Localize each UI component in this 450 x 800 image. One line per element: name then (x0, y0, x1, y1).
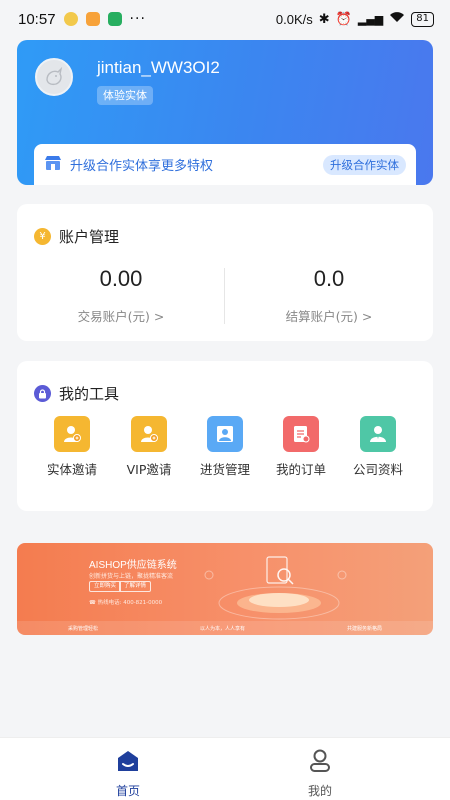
banner-title: AISHOP供应链系统 (89, 560, 177, 571)
nav-mine-label: 我的 (307, 784, 332, 798)
status-time: 10:57 (18, 10, 56, 28)
home-icon (118, 751, 138, 771)
tool-label: 实体邀请 (46, 462, 97, 477)
settlement-account-label: 结算账户(元) > (285, 309, 373, 324)
tool-label: 我的订单 (275, 462, 326, 477)
company-icon (360, 416, 396, 452)
vip-invite-icon (131, 416, 167, 452)
tool-label: 进货管理 (199, 462, 250, 477)
more-notifications-icon: ··· (129, 11, 146, 27)
tool-label: VIP邀请 (126, 462, 172, 477)
app-notification-icon (63, 12, 78, 26)
bluetooth-icon: ✱ (318, 11, 330, 27)
banner-detail-chip: 了解详情 (119, 581, 152, 592)
tools-header: 我的工具 (34, 383, 119, 404)
banner-buy-chip: 立即购买 (89, 581, 122, 592)
user-level-badge: 体验实体 (97, 86, 153, 105)
tools-title: 我的工具 (59, 385, 120, 403)
message-app-icon (85, 12, 100, 26)
wifi-icon (389, 11, 405, 27)
nav-home[interactable]: 首页 (98, 748, 158, 799)
tool-vip-invite[interactable]: VIP邀请 (109, 416, 189, 478)
upgrade-button[interactable]: 升级合作实体 (323, 154, 406, 175)
user-icon (310, 749, 330, 772)
account-header: ¥ 账户管理 (34, 226, 119, 247)
upgrade-text: 升级合作实体享更多特权 (70, 159, 214, 174)
nav-home-label: 首页 (115, 784, 140, 798)
tool-my-orders[interactable]: 我的订单 (261, 416, 341, 478)
banner-feature: 采购管理轻松 (67, 625, 98, 632)
avatar[interactable] (35, 58, 73, 96)
promo-banner[interactable]: AISHOP供应链系统 创新拼货与上链，聚拢精准客流 立即购买 了解详情 ☎ 热… (17, 543, 433, 635)
trade-account-label: 交易账户(元) > (77, 309, 165, 324)
net-speed: 0.0K/s (275, 11, 313, 27)
tools-card: 我的工具 实体邀请 VIP邀请 进货管理 我的订单 公司资料 (17, 361, 433, 511)
trade-account[interactable]: 0.00 交易账户(元) > (17, 266, 225, 325)
tool-purchase[interactable]: 进货管理 (185, 416, 265, 478)
banner-subtitle: 创新拼货与上链，聚拢精准客流 (89, 573, 174, 580)
status-bar: 10:57 ··· 0.0K/s ✱ ⏰ ▂▄▆ 81 (0, 0, 450, 38)
bottom-nav: 首页 我的 (0, 737, 450, 800)
upgrade-banner[interactable]: 升级合作实体享更多特权 升级合作实体 (34, 144, 416, 185)
banner-feature: 共建服务新格局 (346, 625, 382, 632)
shop-icon (44, 155, 62, 175)
account-title: 账户管理 (59, 228, 120, 246)
settlement-account[interactable]: 0.0 结算账户(元) > (225, 266, 433, 325)
hd-signal-icon: ▂▄▆ (357, 12, 384, 26)
account-card: ¥ 账户管理 0.00 交易账户(元) > 0.0 结算账户(元) > (17, 204, 433, 341)
battery-level: 81 (416, 12, 429, 24)
alarm-icon: ⏰ (335, 11, 352, 27)
tool-label: 公司资料 (352, 462, 403, 477)
yuan-icon: ¥ (34, 228, 51, 245)
battery-icon: 81 (411, 11, 434, 27)
shield-app-icon (107, 12, 122, 26)
purchase-icon (207, 416, 243, 452)
user-invite-icon (54, 416, 90, 452)
username: jintian_WW3OI2 (97, 58, 220, 77)
banner-tel: ☎ 热线电话: 400-821-0000 (89, 600, 163, 606)
banner-feature-strip: 采购管理轻松 以人为本，人人享有 共建服务新格局 (17, 621, 433, 635)
default-avatar-icon (46, 66, 63, 86)
lock-icon (34, 385, 51, 402)
tool-entity-invite[interactable]: 实体邀请 (32, 416, 112, 478)
order-icon (283, 416, 319, 452)
settlement-account-value: 0.0 (313, 266, 345, 291)
nav-mine[interactable]: 我的 (290, 748, 350, 799)
trade-account-value: 0.00 (99, 266, 143, 291)
banner-feature: 以人为本，人人享有 (199, 625, 245, 632)
tool-company-info[interactable]: 公司资料 (338, 416, 418, 478)
user-card: jintian_WW3OI2 体验实体 升级合作实体享更多特权 升级合作实体 (17, 40, 433, 185)
